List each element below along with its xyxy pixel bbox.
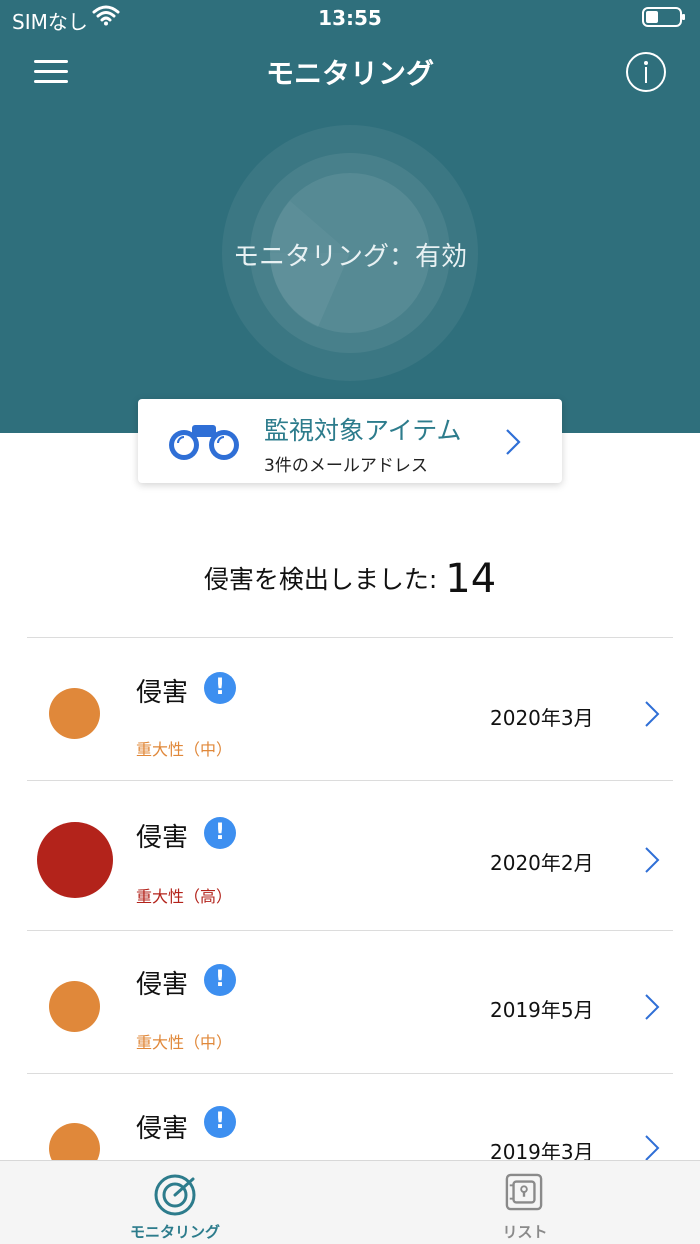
tab-label: リスト <box>502 1223 548 1241</box>
breach-date: 2020年2月 <box>490 851 594 875</box>
breach-date: 2019年3月 <box>490 1140 594 1160</box>
severity-dot <box>49 1123 100 1160</box>
battery-icon <box>642 7 685 27</box>
list-item[interactable]: 侵害 ! 2019年3月 <box>0 1074 700 1160</box>
breach-date: 2020年3月 <box>490 706 594 730</box>
severity-label: 重大性（高） <box>136 887 233 906</box>
alert-icon: ! <box>204 964 236 996</box>
info-icon <box>644 61 648 65</box>
severity-label: 重大性（中） <box>136 740 233 759</box>
severity-label: 重大性（中） <box>136 1033 233 1052</box>
breach-date: 2019年5月 <box>490 998 594 1022</box>
severity-dot <box>37 822 113 898</box>
radar-icon <box>154 1174 196 1216</box>
alert-icon: ! <box>204 817 236 849</box>
severity-dot <box>49 688 100 739</box>
breach-title: 侵害 <box>136 970 189 1000</box>
vault-icon <box>505 1173 543 1211</box>
status-bar: SIMなし 13:55 <box>0 0 700 36</box>
card-title: 監視対象アイテム <box>264 416 462 445</box>
breach-title: 侵害 <box>136 678 189 708</box>
tab-label: モニタリング <box>129 1223 220 1241</box>
clock: 13:55 <box>318 6 382 30</box>
header-banner: SIMなし 13:55 モニタリング モニタリング：有効 <box>0 0 700 433</box>
chevron-right-icon <box>506 429 521 455</box>
breach-summary: 侵害を検出しました: 14 <box>0 556 700 602</box>
monitored-items-card[interactable]: 監視対象アイテム 3件のメールアドレス <box>138 399 562 483</box>
monitoring-status: モニタリング：有効 <box>232 242 467 272</box>
summary-label: 侵害を検出しました: <box>203 565 438 594</box>
alert-icon: ! <box>204 1106 236 1138</box>
chevron-right-icon <box>645 847 660 873</box>
alert-icon: ! <box>204 672 236 704</box>
chevron-right-icon <box>645 994 660 1020</box>
info-button[interactable] <box>626 52 666 92</box>
severity-dot <box>49 981 100 1032</box>
page-title: モニタリング <box>265 57 434 90</box>
tab-list[interactable]: リスト <box>350 1161 700 1244</box>
breach-title: 侵害 <box>136 823 189 853</box>
list-item[interactable]: 侵害 ! 重大性（中） 2019年5月 <box>0 931 700 1073</box>
chevron-right-icon <box>645 1135 660 1160</box>
breach-title: 侵害 <box>136 1114 189 1144</box>
card-subtitle: 3件のメールアドレス <box>264 456 428 476</box>
nav-bar: モニタリング <box>0 40 700 100</box>
list-item[interactable]: 侵害 ! 重大性（中） 2020年3月 <box>0 638 700 780</box>
chevron-right-icon <box>645 701 660 727</box>
breach-count: 14 <box>445 556 497 602</box>
tab-monitoring[interactable]: モニタリング <box>0 1161 350 1244</box>
binoculars-icon <box>169 425 239 460</box>
list-item[interactable]: 侵害 ! 重大性（高） 2020年2月 <box>0 781 700 930</box>
tab-bar: モニタリング リスト <box>0 1160 700 1244</box>
